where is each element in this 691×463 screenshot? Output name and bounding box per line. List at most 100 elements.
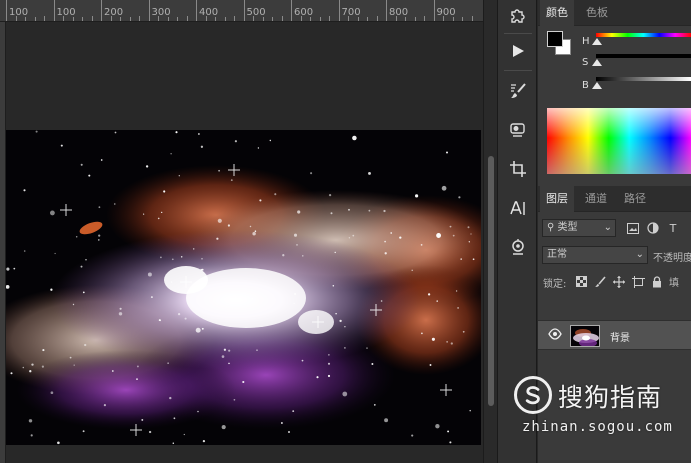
ruler-minor-tick — [15, 16, 17, 21]
star — [252, 231, 256, 236]
nebula-canvas-image[interactable] — [6, 130, 481, 445]
ruler-minor-tick — [395, 16, 397, 21]
brightness-label: B — [582, 80, 589, 91]
blend-mode-value: 正常 — [547, 249, 567, 260]
star — [342, 391, 348, 397]
lock-image-pixels-icon[interactable] — [593, 275, 607, 289]
layer-row-background[interactable]: 背景 — [538, 320, 691, 350]
star — [49, 210, 55, 216]
ruler-major-tick — [53, 0, 55, 21]
ruler-minor-tick — [348, 16, 349, 21]
hue-slider-track[interactable] — [596, 33, 691, 37]
star — [85, 259, 87, 261]
character-icon[interactable] — [505, 195, 531, 221]
ruler-minor-tick — [357, 17, 359, 21]
star — [399, 236, 402, 239]
star — [50, 288, 53, 291]
play-icon[interactable] — [505, 38, 531, 64]
ruler-minor-tick — [44, 16, 45, 21]
adjustment-filter-icon[interactable] — [646, 221, 660, 235]
saturation-slider-track[interactable] — [596, 54, 691, 58]
image-filter-icon[interactable] — [626, 221, 640, 235]
ruler-major-tick — [386, 0, 387, 21]
star — [254, 230, 257, 232]
star — [383, 209, 386, 213]
layer-thumbnail[interactable] — [570, 325, 600, 347]
ruler-major-tick — [338, 0, 340, 21]
sogou-logo-icon — [514, 376, 552, 414]
lock-position-icon[interactable] — [612, 275, 626, 289]
star — [141, 418, 144, 421]
star — [293, 302, 295, 305]
search-icon: ⚲ — [547, 222, 555, 233]
ruler-minor-tick — [414, 17, 416, 21]
tab-paths[interactable]: 路径 — [618, 186, 652, 212]
scrollbar-thumb[interactable] — [488, 156, 494, 406]
clone-source-icon[interactable] — [505, 117, 531, 143]
star — [98, 234, 101, 237]
star — [310, 172, 313, 175]
ruler-minor-tick — [167, 17, 169, 21]
document-canvas-area[interactable] — [6, 22, 483, 463]
canvas-vertical-scrollbar[interactable] — [483, 0, 497, 463]
ruler-minor-tick — [319, 17, 321, 21]
puzzle-icon[interactable] — [505, 2, 531, 28]
lock-all-icon[interactable] — [650, 275, 664, 289]
star — [280, 422, 283, 424]
tab-color[interactable]: 颜色 — [540, 0, 574, 26]
star — [54, 252, 56, 255]
brightness-slider-thumb[interactable] — [592, 82, 602, 89]
star — [297, 210, 301, 214]
star — [221, 355, 225, 358]
star — [328, 193, 332, 197]
star — [41, 365, 44, 368]
star — [57, 441, 60, 445]
star — [352, 234, 355, 237]
star — [334, 251, 336, 254]
layer-name[interactable]: 背景 — [610, 329, 630, 344]
star — [147, 272, 152, 277]
star — [177, 312, 181, 316]
brush-settings-icon[interactable] — [505, 78, 531, 104]
star — [88, 174, 91, 177]
star — [197, 410, 199, 413]
star — [282, 254, 285, 257]
layer-filter-select[interactable]: ⚲ 类型 ⌄ — [542, 219, 616, 237]
star — [460, 258, 462, 260]
puppet-icon[interactable] — [505, 234, 531, 260]
star — [427, 293, 431, 296]
color-panel-tabbar: 颜色 色板 — [538, 0, 691, 26]
star — [184, 317, 187, 320]
brightness-slider-track[interactable] — [596, 77, 691, 81]
saturation-slider-thumb[interactable] — [592, 59, 602, 66]
star — [119, 307, 122, 310]
star — [192, 248, 195, 250]
star — [118, 312, 123, 316]
eye-icon[interactable] — [548, 328, 562, 343]
hue-label: H — [582, 36, 590, 47]
star — [216, 237, 219, 240]
star — [348, 237, 351, 239]
ruler-minor-tick — [367, 17, 368, 21]
star — [384, 418, 389, 423]
tab-channels[interactable]: 通道 — [579, 186, 613, 212]
star — [169, 396, 172, 400]
star — [328, 354, 330, 356]
star — [23, 250, 26, 252]
crop-icon[interactable] — [505, 156, 531, 182]
lock-transparent-pixels-icon[interactable] — [574, 275, 588, 289]
star — [201, 268, 204, 271]
star — [344, 325, 346, 328]
star — [458, 196, 461, 199]
type-filter-icon[interactable]: T — [666, 221, 680, 235]
watermark-brand: 搜狗指南 — [558, 383, 663, 412]
hue-slider-thumb[interactable] — [592, 38, 602, 45]
star — [218, 169, 220, 172]
lock-artboard-icon[interactable] — [631, 275, 645, 289]
ruler-minor-tick — [110, 16, 112, 21]
tab-layers[interactable]: 图层 — [540, 186, 574, 212]
tab-swatches[interactable]: 色板 — [580, 0, 614, 26]
foreground-color-swatch[interactable] — [547, 31, 563, 47]
ruler-minor-tick — [262, 17, 264, 21]
blend-mode-select[interactable]: 正常 ⌄ — [542, 246, 648, 264]
